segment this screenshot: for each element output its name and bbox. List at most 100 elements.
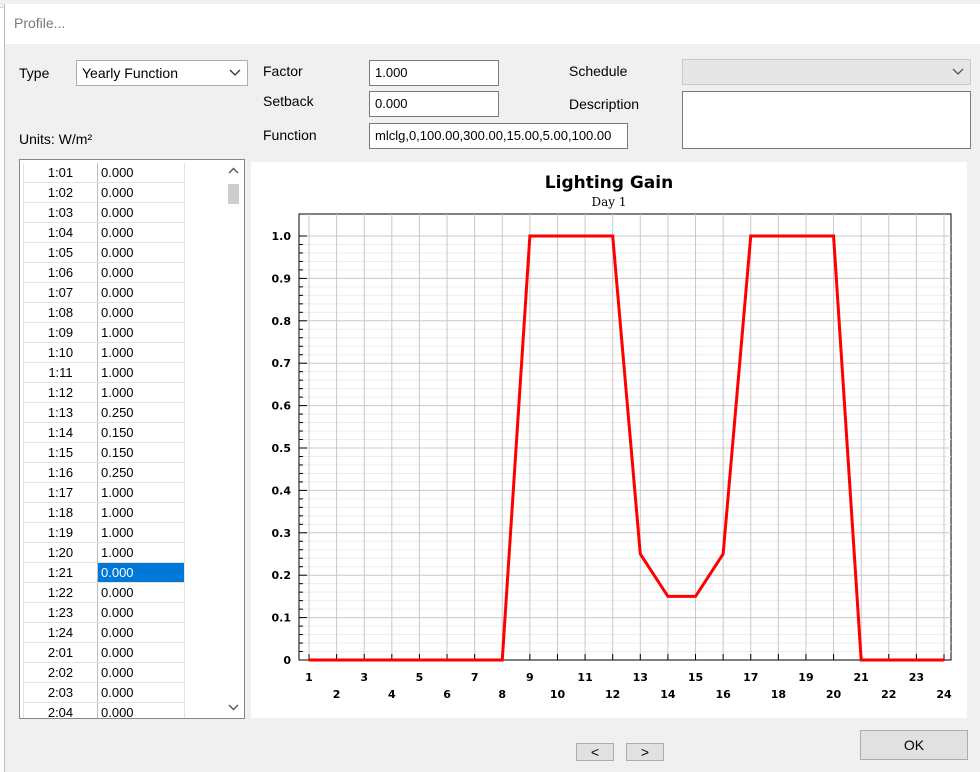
table-row[interactable]: 2:01 0.000 [23, 643, 185, 663]
data-point [611, 234, 614, 238]
factor-input[interactable]: 1.000 [369, 60, 499, 86]
row-value-cell[interactable]: 0.000 [98, 183, 185, 202]
table-row[interactable]: 1:13 0.250 [23, 403, 185, 423]
type-dropdown[interactable]: Yearly Function [76, 60, 248, 86]
row-value-cell[interactable]: 0.000 [98, 603, 185, 622]
type-dropdown-value: Yearly Function [82, 65, 178, 81]
table-row[interactable]: 2:03 0.000 [23, 683, 185, 703]
row-value-cell[interactable]: 0.150 [98, 423, 185, 442]
table-row[interactable]: 1:21 0.000 [23, 563, 185, 583]
row-value-cell[interactable]: 0.000 [98, 303, 185, 322]
row-value-cell[interactable]: 1.000 [98, 503, 185, 522]
function-label: Function [263, 127, 317, 143]
table-row[interactable]: 1:03 0.000 [23, 203, 185, 223]
row-value-cell[interactable]: 0.000 [98, 643, 185, 662]
row-value-cell[interactable]: 0.000 [98, 223, 185, 242]
row-value-cell[interactable]: 1.000 [98, 523, 185, 542]
row-value-cell[interactable]: 0.000 [98, 703, 185, 718]
table-row[interactable]: 1:19 1.000 [23, 523, 185, 543]
dialog-title: Profile... [14, 15, 66, 31]
row-value-cell[interactable]: 1.000 [98, 343, 185, 362]
table-row[interactable]: 1:02 0.000 [23, 183, 185, 203]
row-time-cell: 1:12 [23, 383, 98, 402]
description-textarea[interactable] [682, 91, 971, 149]
chevron-up-icon[interactable] [227, 166, 240, 176]
row-value-cell[interactable]: 0.000 [98, 243, 185, 262]
table-row[interactable]: 1:17 1.000 [23, 483, 185, 503]
row-time-cell: 1:18 [23, 503, 98, 522]
x-tick-label: 15 [688, 671, 703, 684]
setback-input[interactable]: 0.000 [369, 91, 499, 117]
schedule-dropdown[interactable] [682, 59, 971, 85]
row-value-cell[interactable]: 0.000 [98, 283, 185, 302]
row-value-cell[interactable]: 0.250 [98, 403, 185, 422]
table-row[interactable]: 1:11 1.000 [23, 363, 185, 383]
ok-button[interactable]: OK [860, 730, 968, 760]
function-input[interactable]: mlclg,0,100.00,300.00,15.00,5.00,100.00 [369, 123, 628, 149]
data-point [390, 658, 394, 662]
table-row[interactable]: 1:07 0.000 [23, 283, 185, 303]
row-value-cell[interactable]: 1.000 [98, 383, 185, 402]
row-value-cell[interactable]: 0.000 [98, 623, 185, 642]
y-tick-label: 0.1 [272, 612, 292, 625]
data-point [445, 658, 449, 662]
row-value-cell[interactable]: 0.000 [98, 263, 185, 282]
row-value-cell[interactable]: 0.000 [98, 203, 185, 222]
row-value-cell[interactable]: 0.000 [98, 583, 185, 602]
table-row[interactable]: 1:10 1.000 [23, 343, 185, 363]
table-row[interactable]: 1:09 1.000 [23, 323, 185, 343]
table-row[interactable]: 1:08 0.000 [23, 303, 185, 323]
row-value-cell[interactable]: 1.000 [98, 543, 185, 562]
list-scrollbar[interactable] [223, 160, 244, 718]
previous-day-button[interactable]: < [576, 743, 614, 761]
row-value-cell[interactable]: 0.150 [98, 443, 185, 462]
table-row[interactable]: 1:23 0.000 [23, 603, 185, 623]
row-value-cell[interactable]: 0.000 [98, 163, 185, 182]
table-row[interactable]: 1:04 0.000 [23, 223, 185, 243]
next-day-button[interactable]: > [626, 743, 664, 761]
data-point [777, 234, 780, 238]
x-tick-label: 1 [305, 671, 313, 684]
table-row[interactable]: 1:05 0.000 [23, 243, 185, 263]
table-row[interactable]: 2:04 0.000 [23, 703, 185, 718]
factor-label: Factor [263, 63, 303, 79]
table-row[interactable]: 1:01 0.000 [23, 163, 185, 183]
row-time-cell: 2:02 [23, 663, 98, 682]
data-point [528, 234, 532, 238]
table-row[interactable]: 1:22 0.000 [23, 583, 185, 603]
data-point [859, 658, 863, 662]
row-value-cell[interactable]: 1.000 [98, 483, 185, 502]
profile-dialog: Profile... Type Yearly Function Units: W… [4, 4, 980, 772]
table-row[interactable]: 1:20 1.000 [23, 543, 185, 563]
chart-canvas: Lighting Gain Day 1 0 0.1 0.2 0.3 0.4 0.5 0.6 0.7… [272, 173, 952, 701]
table-row[interactable]: 1:15 0.150 [23, 443, 185, 463]
row-time-cell: 1:07 [23, 283, 98, 302]
table-row[interactable]: 2:02 0.000 [23, 663, 185, 683]
x-tick-label: 20 [826, 688, 842, 701]
row-time-cell: 2:03 [23, 683, 98, 702]
data-point [501, 658, 504, 662]
table-row[interactable]: 1:12 1.000 [23, 383, 185, 403]
row-value-cell[interactable]: 0.000 [98, 663, 185, 682]
row-time-cell: 1:20 [23, 543, 98, 562]
row-value-cell[interactable]: 0.250 [98, 463, 185, 482]
table-row[interactable]: 1:14 0.150 [23, 423, 185, 443]
row-value-cell[interactable]: 1.000 [98, 363, 185, 382]
row-value-cell[interactable]: 1.000 [98, 323, 185, 342]
table-row[interactable]: 1:18 1.000 [23, 503, 185, 523]
table-row[interactable]: 1:16 0.250 [23, 463, 185, 483]
row-time-cell: 1:09 [23, 323, 98, 342]
chevron-down-icon[interactable] [227, 702, 240, 712]
row-value-cell[interactable]: 0.000 [98, 683, 185, 702]
data-point [942, 658, 946, 662]
row-time-cell: 2:01 [23, 643, 98, 662]
x-tick-label: 19 [798, 671, 813, 684]
table-row[interactable]: 1:06 0.000 [23, 263, 185, 283]
table-row[interactable]: 1:24 0.000 [23, 623, 185, 643]
scrollbar-thumb[interactable] [228, 184, 239, 204]
row-value-cell[interactable]: 0.000 [98, 563, 185, 582]
lighting-gain-chart: Lighting Gain Day 1 0 0.1 0.2 0.3 0.4 0.5 0.6 0.7… [251, 162, 967, 718]
data-point [666, 595, 670, 598]
row-time-cell: 1:15 [23, 443, 98, 462]
chart-title: Lighting Gain [545, 173, 673, 193]
